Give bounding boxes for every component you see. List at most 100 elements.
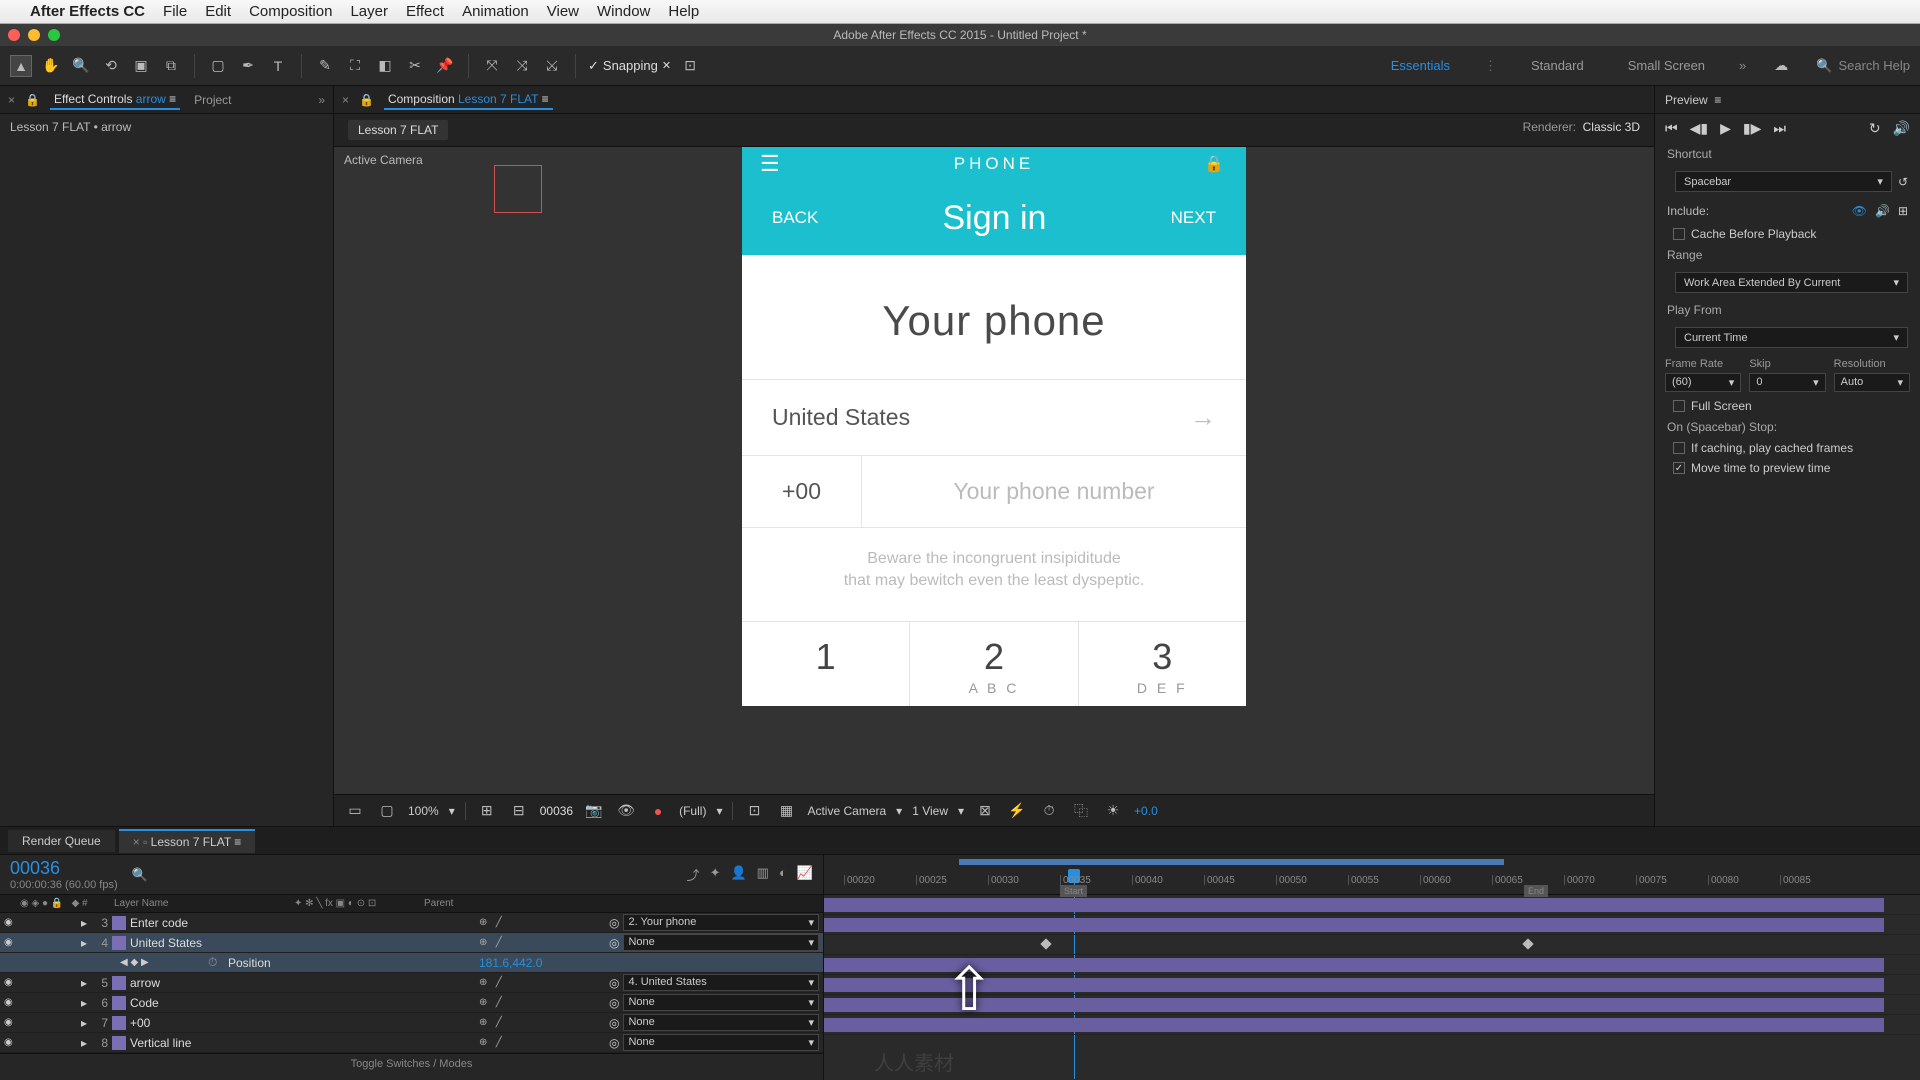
work-area-bar[interactable]: [959, 859, 1504, 865]
roto-tool-icon[interactable]: ✂: [404, 55, 426, 77]
motion-blur-icon[interactable]: ◐: [779, 865, 787, 884]
sync-settings-icon[interactable]: ☁: [1770, 55, 1792, 77]
first-frame-button[interactable]: ⏮: [1665, 120, 1678, 137]
flowchart-icon[interactable]: ⿻: [1070, 800, 1092, 822]
keyframe-icon[interactable]: [1040, 938, 1051, 949]
mag-ratio-icon[interactable]: ▭: [344, 800, 366, 822]
composition-viewer[interactable]: Active Camera ☰ PHONE 🔒 BACK Sign in NEX…: [334, 147, 1654, 794]
clone-tool-icon[interactable]: ⛶: [344, 55, 366, 77]
menu-help[interactable]: Help: [668, 3, 699, 20]
selection-tool-icon[interactable]: ▲: [10, 55, 32, 77]
last-frame-button[interactable]: ⏭: [1773, 120, 1786, 137]
layer-row[interactable]: ◉ ▸ 4 United States ⊕ ╱ ◎None▾: [0, 933, 823, 953]
play-button[interactable]: ▶: [1720, 120, 1731, 137]
current-frame[interactable]: 00036: [540, 804, 573, 818]
workspace-essentials[interactable]: Essentials: [1381, 58, 1460, 73]
channel-icon[interactable]: ●: [647, 800, 669, 822]
camera-dropdown[interactable]: Active Camera: [807, 804, 886, 818]
layer-row[interactable]: ◉ ▸ 5 arrow ⊕ ╱ ◎4. United States▾: [0, 973, 823, 993]
timeline-comp-tab[interactable]: × ▫ Lesson 7 FLAT ≡: [119, 829, 256, 853]
snapshot-icon[interactable]: 📷: [583, 800, 605, 822]
res-icon[interactable]: ▢: [376, 800, 398, 822]
view-dropdown[interactable]: 1 View: [912, 804, 948, 818]
pen-tool-icon[interactable]: ✒: [237, 55, 259, 77]
puppet-tool-icon[interactable]: 📌: [434, 55, 456, 77]
roi-icon[interactable]: ⊡: [743, 800, 765, 822]
reset-icon[interactable]: ↺: [1898, 175, 1908, 189]
rotation-tool-icon[interactable]: ⟲: [100, 55, 122, 77]
skip-dropdown[interactable]: 0▾: [1749, 373, 1825, 392]
snapping-toggle[interactable]: ✓Snapping✕: [588, 58, 671, 74]
effect-controls-tab[interactable]: Effect Controls arrow ≡: [50, 90, 180, 110]
stop-option-2[interactable]: ✓Move time to preview time: [1655, 458, 1920, 478]
track-row[interactable]: [824, 915, 1920, 935]
include-overlays-icon[interactable]: ⊞: [1898, 204, 1908, 218]
cache-before-playback[interactable]: Cache Before Playback: [1655, 224, 1920, 244]
timeline-tracks[interactable]: Start End 000200002500030000350004000045…: [824, 855, 1920, 1080]
render-queue-tab[interactable]: Render Queue: [8, 830, 115, 852]
track-row[interactable]: [824, 895, 1920, 915]
transparency-grid-icon[interactable]: ▦: [775, 800, 797, 822]
hand-tool-icon[interactable]: ✋: [40, 55, 62, 77]
layer-row[interactable]: ◉ ▸ 7 +00 ⊕ ╱ ◎None▾: [0, 1013, 823, 1033]
menu-composition[interactable]: Composition: [249, 3, 332, 20]
range-dropdown[interactable]: Work Area Extended By Current▾: [1675, 272, 1908, 293]
snap-options-icon[interactable]: ⊡: [679, 55, 701, 77]
playfrom-dropdown[interactable]: Current Time▾: [1675, 327, 1908, 348]
resolution-dropdown[interactable]: (Full): [679, 804, 706, 818]
search-help[interactable]: 🔍Search Help: [1816, 58, 1910, 74]
eraser-tool-icon[interactable]: ◧: [374, 55, 396, 77]
grid-icon[interactable]: ⊟: [508, 800, 530, 822]
menu-layer[interactable]: Layer: [350, 3, 388, 20]
renderer-dropdown[interactable]: Classic 3D: [1583, 120, 1640, 134]
type-tool-icon[interactable]: T: [267, 55, 289, 77]
search-layer-icon[interactable]: 🔍: [132, 867, 148, 883]
menu-animation[interactable]: Animation: [462, 3, 529, 20]
menu-effect[interactable]: Effect: [406, 3, 444, 20]
local-axis-icon[interactable]: ⤧: [481, 55, 503, 77]
layer-bar[interactable]: [824, 918, 1884, 932]
mac-menu-bar[interactable]: After Effects CC File Edit Composition L…: [0, 0, 1920, 24]
layer-row[interactable]: ◉ ▸ 6 Code ⊕ ╱ ◎None▾: [0, 993, 823, 1013]
loop-icon[interactable]: ↻: [1869, 120, 1881, 137]
brush-tool-icon[interactable]: ✎: [314, 55, 336, 77]
camera-tool-icon[interactable]: ▣: [130, 55, 152, 77]
fast-previews-icon[interactable]: ⚡: [1006, 800, 1028, 822]
framerate-dropdown[interactable]: (60)▾: [1665, 373, 1741, 392]
preview-tab[interactable]: Preview: [1665, 93, 1708, 107]
include-audio-icon[interactable]: 🔊: [1875, 204, 1890, 218]
layer-row[interactable]: ◉ ▸ 8 Vertical line ⊕ ╱ ◎None▾: [0, 1033, 823, 1053]
stop-option-1[interactable]: If caching, play cached frames: [1655, 438, 1920, 458]
mute-icon[interactable]: 🔊: [1893, 120, 1910, 137]
property-row[interactable]: ◀ ◆ ▶⏱Position181.6,442.0: [0, 953, 823, 973]
workspace-standard[interactable]: Standard: [1521, 58, 1594, 73]
workspace-small-screen[interactable]: Small Screen: [1618, 58, 1715, 73]
prev-frame-button[interactable]: ◀▮: [1690, 120, 1708, 137]
minimize-window-button[interactable]: [28, 29, 40, 41]
resolution-dropdown[interactable]: Auto▾: [1834, 373, 1910, 392]
exposure-value[interactable]: +0.0: [1134, 804, 1158, 818]
toggle-switches-modes[interactable]: Toggle Switches / Modes: [0, 1053, 823, 1074]
current-timecode[interactable]: 00036: [10, 858, 118, 879]
close-window-button[interactable]: [8, 29, 20, 41]
track-row[interactable]: [824, 935, 1920, 955]
include-video-icon[interactable]: 👁: [1852, 204, 1867, 218]
view-axis-icon[interactable]: ⤩: [541, 55, 563, 77]
menu-window[interactable]: Window: [597, 3, 650, 20]
menu-file[interactable]: File: [163, 3, 187, 20]
composition-tab[interactable]: Composition Lesson 7 FLAT ≡: [384, 90, 553, 110]
keyframe-icon[interactable]: [1522, 938, 1533, 949]
draft-3d-icon[interactable]: ✦: [710, 865, 721, 884]
shy-icon[interactable]: 👤: [730, 865, 746, 884]
reset-exposure-icon[interactable]: ☀: [1102, 800, 1124, 822]
next-frame-button[interactable]: ▮▶: [1743, 120, 1761, 137]
menu-view[interactable]: View: [547, 3, 579, 20]
zoom-dropdown[interactable]: 100%: [408, 804, 439, 818]
safe-zones-icon[interactable]: ⊞: [476, 800, 498, 822]
comp-mini-flowchart[interactable]: Lesson 7 FLAT: [348, 120, 448, 140]
frame-blend-icon[interactable]: ▥: [757, 865, 769, 884]
timeline-icon[interactable]: ⏱: [1038, 800, 1060, 822]
lock-icon[interactable]: 🔒: [359, 93, 374, 107]
project-tab[interactable]: Project: [190, 91, 235, 109]
world-axis-icon[interactable]: ⤨: [511, 55, 533, 77]
